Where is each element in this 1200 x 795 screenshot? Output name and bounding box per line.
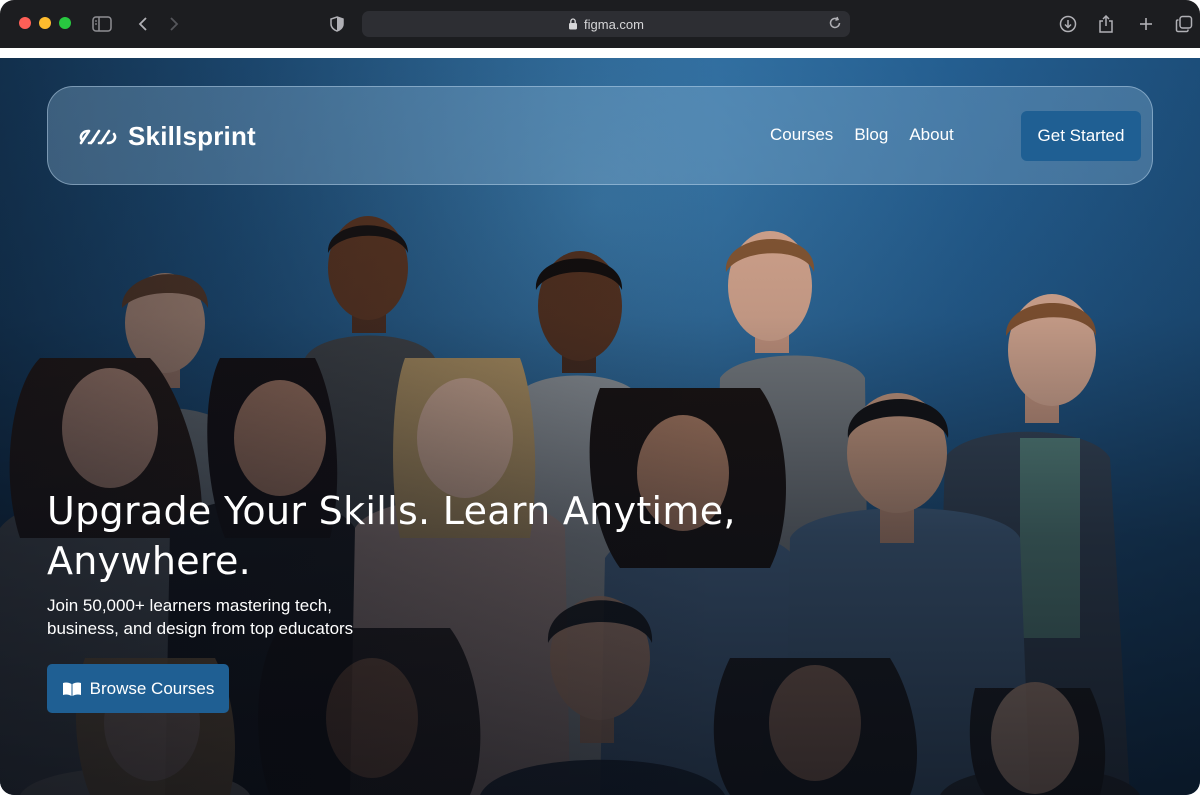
infinity-logo-icon [79,129,117,144]
top-navigation: Skillsprint Courses Blog About Get Start… [47,86,1153,185]
tab-overview-icon[interactable] [1172,12,1196,36]
address-bar[interactable]: figma.com [362,11,850,37]
browse-courses-button[interactable]: Browse Courses [47,664,229,713]
browse-courses-label: Browse Courses [89,678,215,698]
share-icon[interactable] [1094,12,1118,36]
reload-icon[interactable] [828,16,842,33]
nav-link-blog[interactable]: Blog [854,125,888,145]
hero-title: Upgrade Your Skills. Learn Anytime, Anyw… [47,486,807,586]
hero-subtitle-line-2: business, and design from top educators [47,619,354,638]
privacy-shield-icon[interactable] [325,12,349,36]
browser-toolbar: figma.com [0,0,1200,48]
lock-icon [568,18,578,30]
toolbar-divider [0,48,1200,58]
zoom-window-button[interactable] [59,17,71,29]
sidebar-toggle-icon[interactable] [90,12,114,36]
close-window-button[interactable] [19,17,31,29]
hero-title-line-2: Anywhere. [47,539,252,583]
nav-link-about[interactable]: About [909,125,953,145]
url-text: figma.com [584,16,644,32]
forward-icon[interactable] [162,12,186,36]
brand-name: Skillsprint [128,121,256,151]
nav-links: Courses Blog About [770,125,954,145]
hero-subtitle: Join 50,000+ learners mastering tech, bu… [47,594,407,640]
hero-title-line-1: Upgrade Your Skills. Learn Anytime, [47,489,736,533]
hero-section: Skillsprint Courses Blog About Get Start… [0,58,1200,795]
nav-link-courses[interactable]: Courses [770,125,833,145]
get-started-button[interactable]: Get Started [1021,111,1141,161]
hero-subtitle-line-1: Join 50,000+ learners mastering tech, [47,596,332,615]
back-icon[interactable] [131,12,155,36]
brand[interactable]: Skillsprint [78,121,256,152]
downloads-icon[interactable] [1056,12,1080,36]
minimize-window-button[interactable] [39,17,51,29]
new-tab-icon[interactable] [1134,12,1158,36]
book-icon [62,681,81,696]
